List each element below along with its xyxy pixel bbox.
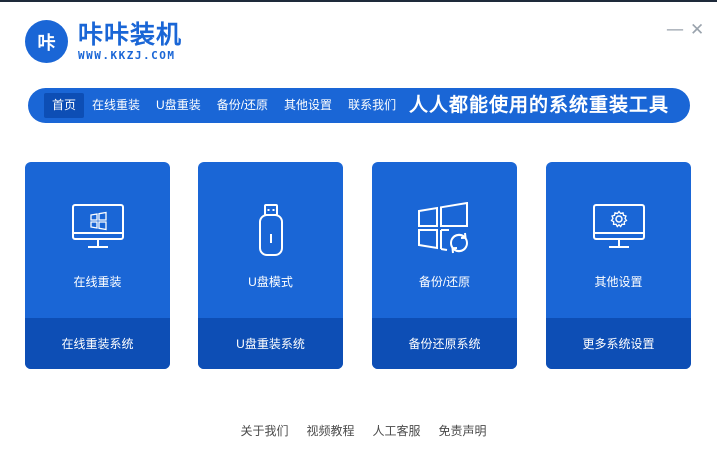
card-title: 其他设置	[594, 275, 643, 289]
nav-item-online-reinstall[interactable]: 在线重装	[84, 93, 148, 118]
card-title: 备份/还原	[418, 275, 471, 289]
nav-items: 首页 在线重装 U盘重装 备份/还原 其他设置 联系我们	[28, 88, 404, 123]
card-top[interactable]: 备份/还原	[372, 162, 517, 318]
main-navbar: 首页 在线重装 U盘重装 备份/还原 其他设置 联系我们 人人都能使用的系统重装…	[28, 88, 690, 123]
card-usb-mode[interactable]: U盘模式 U盘重装系统	[198, 162, 343, 369]
card-other-settings[interactable]: 其他设置 更多系统设置	[546, 162, 691, 369]
footer-link-customer-service[interactable]: 人工客服	[373, 422, 421, 439]
minimize-button[interactable]: —	[666, 20, 684, 40]
nav-item-backup-restore[interactable]: 备份/还原	[209, 93, 276, 118]
card-backup-restore[interactable]: 备份/还原 备份还原系统	[372, 162, 517, 369]
nav-item-contact[interactable]: 联系我们	[340, 93, 404, 118]
card-action-button[interactable]: U盘重装系统	[198, 318, 343, 369]
nav-item-other-settings[interactable]: 其他设置	[276, 93, 340, 118]
close-button[interactable]: ✕	[690, 20, 704, 40]
card-action-button[interactable]: 更多系统设置	[546, 318, 691, 369]
window-top-border	[0, 0, 717, 2]
card-online-reinstall[interactable]: 在线重装 在线重装系统	[25, 162, 170, 369]
slogan: 人人都能使用的系统重装工具	[409, 94, 670, 116]
footer-links: 关于我们 视频教程 人工客服 免责声明	[0, 422, 717, 439]
monitor-gear-icon	[546, 202, 691, 262]
footer-link-about[interactable]: 关于我们	[240, 422, 288, 439]
card-top[interactable]: 其他设置	[546, 162, 691, 318]
windows-restore-icon	[372, 202, 517, 262]
card-top[interactable]: 在线重装	[25, 162, 170, 318]
app-logo: 咔 咔咔装机 WWW.KKZJ.COM	[25, 20, 182, 63]
usb-drive-icon	[198, 202, 343, 262]
logo-text: 咔咔装机 WWW.KKZJ.COM	[78, 19, 183, 63]
card-action-button[interactable]: 在线重装系统	[25, 318, 170, 369]
app-subtitle: WWW.KKZJ.COM	[78, 48, 176, 62]
card-top[interactable]: U盘模式	[198, 162, 343, 318]
app-title: 咔咔装机	[78, 19, 183, 49]
logo-mark: 咔	[25, 20, 68, 63]
card-title: 在线重装	[73, 275, 122, 289]
card-action-button[interactable]: 备份还原系统	[372, 318, 517, 369]
nav-item-usb-reinstall[interactable]: U盘重装	[148, 93, 209, 118]
footer-link-video-tutorial[interactable]: 视频教程	[306, 422, 354, 439]
card-title: U盘模式	[248, 275, 293, 289]
footer-link-disclaimer[interactable]: 免责声明	[439, 422, 487, 439]
monitor-windows-icon	[25, 202, 170, 262]
nav-item-home[interactable]: 首页	[44, 93, 85, 118]
